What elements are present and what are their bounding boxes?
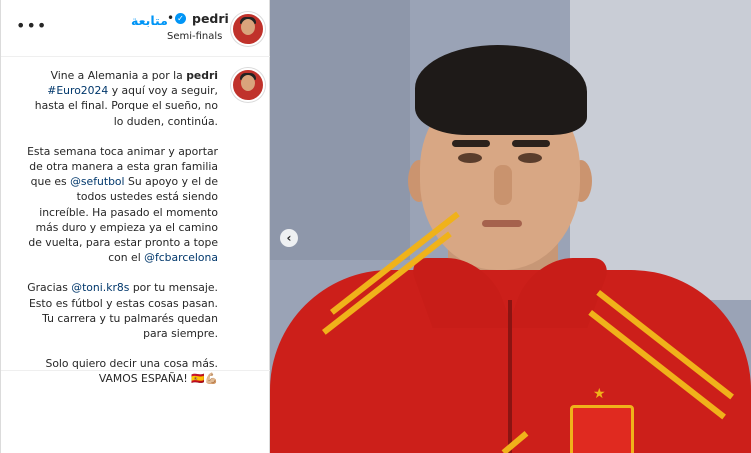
avatar[interactable] <box>231 12 265 46</box>
post-caption: Vine a Alemania a por la pedri #Euro2024… <box>26 68 218 402</box>
caption-username[interactable]: pedri <box>186 69 218 82</box>
spain-crest-icon <box>570 405 634 453</box>
player-mouth <box>482 220 522 227</box>
caption-text-1a: Vine a Alemania a por la <box>50 69 183 82</box>
post-side-panel: ••• متابعة • ✓ pedri Semi-finals Vine a … <box>0 0 270 453</box>
follow-button[interactable]: متابعة <box>131 13 168 28</box>
player-eye-left <box>458 153 482 163</box>
mention-sefutbol[interactable]: @sefutbol <box>70 175 124 188</box>
jersey-zipper <box>508 300 512 453</box>
star-icon: ★ <box>593 386 606 402</box>
caption-avatar[interactable] <box>231 68 265 102</box>
caption-text-4b: VAMOS ESPAÑA! 🇪🇸💪🏼 <box>98 372 218 386</box>
player-nose <box>494 165 512 205</box>
post-location[interactable]: Semi-finals <box>167 31 222 42</box>
verified-badge-icon: ✓ <box>175 13 186 24</box>
caption-text-3a: Gracias <box>27 281 68 295</box>
mention-toni-kr8s[interactable]: @toni.kr8s <box>71 281 129 294</box>
photo-background-right <box>570 0 751 300</box>
player-hair <box>415 45 587 135</box>
caption-paragraph-4: Solo quiero decir una cosa más. VAMOS ES… <box>26 356 218 386</box>
mention-fcbarcelona[interactable]: @fcbarcelona <box>144 251 218 264</box>
caption-text-4a: Solo quiero decir una cosa más. <box>45 357 218 371</box>
header-username[interactable]: pedri <box>192 11 229 26</box>
post-photo[interactable]: ★ <box>270 0 751 453</box>
more-options-icon[interactable]: ••• <box>16 18 47 34</box>
caption-paragraph-2: Esta semana toca animar y aportar de otr… <box>26 144 218 266</box>
player-eye-right <box>518 153 542 163</box>
photo-background-left <box>270 0 410 260</box>
player-brow-right <box>512 140 550 147</box>
divider <box>1 370 270 371</box>
player-brow-left <box>452 140 490 147</box>
carousel-prev-button[interactable]: ‹ <box>280 229 298 247</box>
caption-paragraph-1: Vine a Alemania a por la pedri #Euro2024… <box>26 68 218 129</box>
separator-dot: • <box>167 11 175 25</box>
hashtag-euro2024[interactable]: #Euro2024 <box>47 84 108 97</box>
caption-paragraph-3: Gracias @toni.kr8s por tu mensaje. Esto … <box>26 280 218 341</box>
post-header: ••• متابعة • ✓ pedri Semi-finals <box>1 0 270 57</box>
